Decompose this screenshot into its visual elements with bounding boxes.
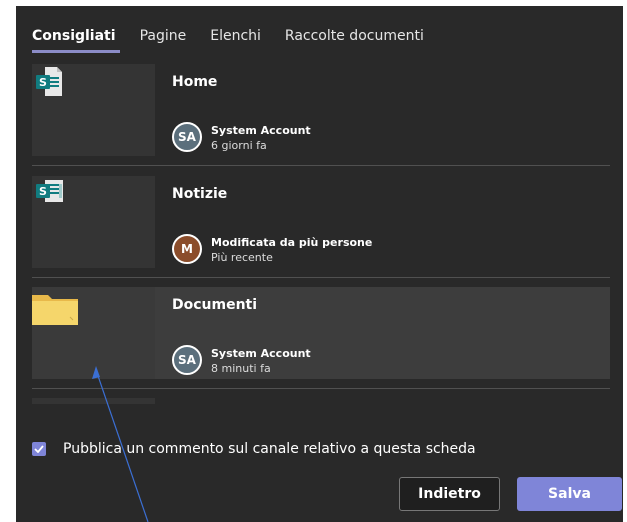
card-thumbnail: S	[32, 64, 155, 156]
card-title: Home	[172, 74, 218, 90]
card-author: System Account	[211, 347, 311, 360]
divider	[32, 277, 610, 278]
folder-icon	[32, 295, 78, 325]
card-modified: Più recente	[211, 251, 273, 264]
active-tab-indicator	[32, 50, 120, 53]
card-documenti[interactable]: Documenti SA System Account 8 minuti fa	[32, 287, 610, 379]
next-card-partial	[32, 398, 155, 404]
card-thumbnail: S	[32, 176, 155, 268]
back-button[interactable]: Indietro	[399, 477, 500, 511]
tab-raccolte-documenti[interactable]: Raccolte documenti	[285, 28, 424, 44]
card-info: Documenti SA System Account 8 minuti fa	[155, 287, 610, 379]
card-info: Home SA System Account 6 giorni fa	[155, 64, 610, 156]
card-title: Notizie	[172, 186, 228, 202]
svg-text:S: S	[39, 76, 47, 89]
save-button[interactable]: Salva	[517, 477, 622, 511]
svg-text:S: S	[39, 185, 47, 198]
tab-bar: Consigliati Pagine Elenchi Raccolte docu…	[32, 28, 448, 44]
post-comment-label: Pubblica un commento sul canale relativo…	[63, 441, 476, 457]
card-author: Modificata da più persone	[211, 236, 373, 249]
avatar: SA	[172, 122, 202, 152]
tab-elenchi[interactable]: Elenchi	[210, 28, 261, 44]
tab-pagine[interactable]: Pagine	[140, 28, 187, 44]
card-notizie[interactable]: S Notizie M Modificata da più persone Pi…	[32, 176, 610, 268]
sharepoint-news-icon: S	[36, 180, 63, 202]
card-modified: 6 giorni fa	[211, 139, 267, 152]
checkmark-icon	[34, 445, 44, 453]
avatar: M	[172, 234, 202, 264]
divider	[32, 388, 610, 389]
divider	[32, 165, 610, 166]
card-title: Documenti	[172, 297, 258, 313]
post-comment-checkbox[interactable]	[32, 442, 46, 456]
card-home[interactable]: S Home SA System Account 6 giorni fa	[32, 64, 610, 156]
card-author: System Account	[211, 124, 311, 137]
card-modified: 8 minuti fa	[211, 362, 271, 375]
card-info: Notizie M Modificata da più persone Più …	[155, 176, 610, 268]
sharepoint-page-icon: S	[36, 67, 62, 96]
avatar: SA	[172, 345, 202, 375]
card-thumbnail	[32, 287, 155, 379]
tab-consigliati[interactable]: Consigliati	[32, 28, 116, 44]
